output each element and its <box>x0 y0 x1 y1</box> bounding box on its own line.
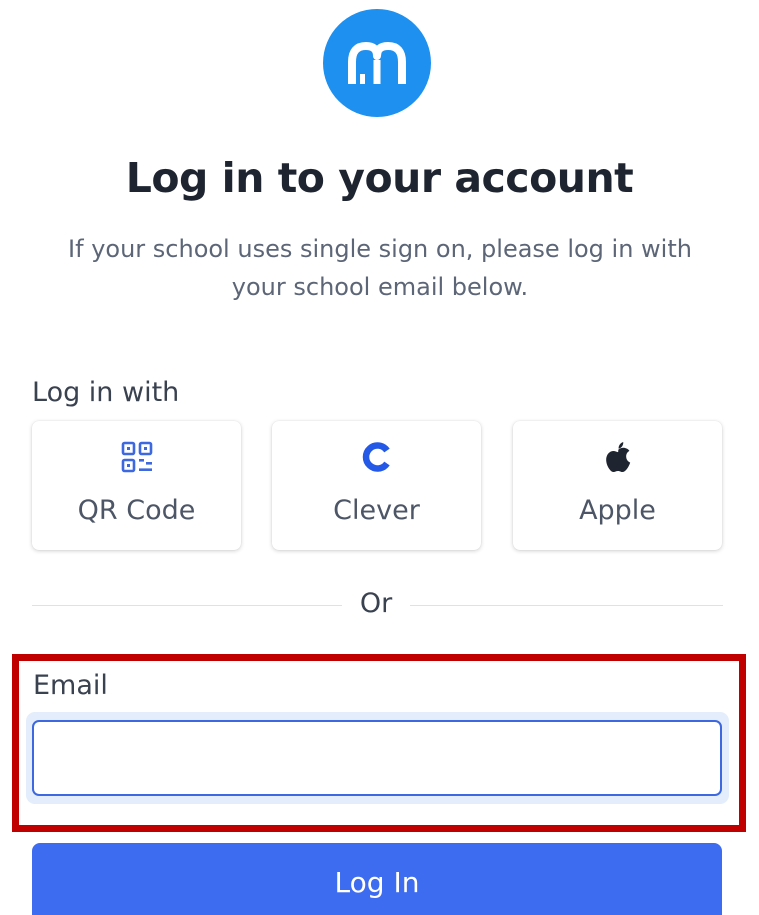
provider-buttons: QR Code Clever Apple <box>32 421 723 551</box>
apple-icon <box>605 442 630 472</box>
m-logo-icon <box>348 42 406 84</box>
qr-code-label: QR Code <box>77 495 196 526</box>
qr-code-button[interactable]: QR Code <box>32 421 241 550</box>
divider-line-left <box>32 605 342 606</box>
clever-c-icon <box>362 442 390 472</box>
qr-code-icon <box>121 441 152 473</box>
page-title: Log in to your account <box>125 154 634 202</box>
apple-button[interactable]: Apple <box>513 421 722 550</box>
apple-label: Apple <box>579 495 656 526</box>
clever-label: Clever <box>333 495 420 526</box>
divider-line-right <box>410 605 723 606</box>
page-subtitle: If your school uses single sign on, plea… <box>68 235 692 301</box>
app-logo <box>323 9 431 117</box>
or-divider: Or <box>32 586 723 622</box>
login-with-label: Log in with <box>32 377 180 408</box>
clever-button[interactable]: Clever <box>272 421 481 550</box>
email-highlight-box <box>12 654 746 832</box>
or-label: Or <box>359 588 393 619</box>
login-page: Log in to your account If your school us… <box>0 0 759 915</box>
log-in-button[interactable]: Log In <box>32 843 722 915</box>
